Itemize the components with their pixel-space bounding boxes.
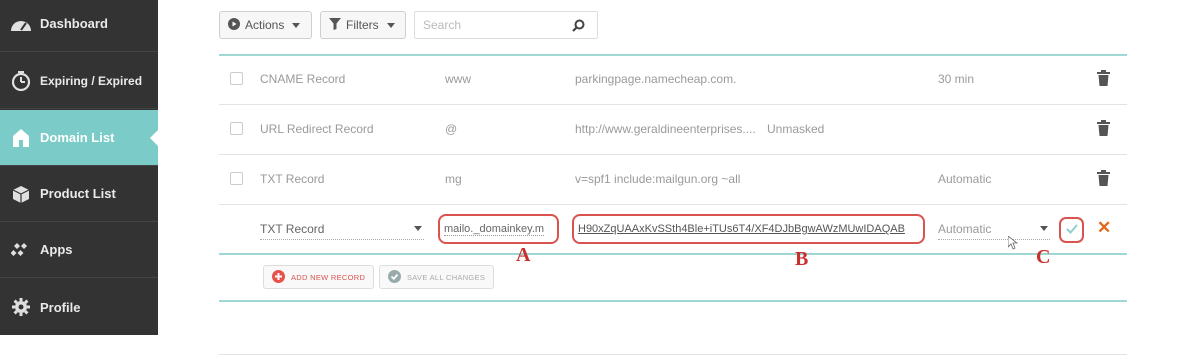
- record-host: mg: [445, 172, 462, 186]
- actions-dropdown[interactable]: Actions: [219, 11, 312, 39]
- chevron-down-icon: [292, 22, 301, 28]
- sidebar-item-label: Dashboard: [40, 16, 108, 31]
- sidebar-item-profile[interactable]: Profile: [0, 279, 158, 335]
- chevron-down-icon: [414, 226, 422, 231]
- actions-bottom-border: [219, 300, 1127, 302]
- host-value: mailo._domainkey.m: [444, 222, 545, 236]
- checkmark-icon: [1065, 223, 1078, 237]
- record-redirect-type: Unmasked: [767, 122, 825, 136]
- sidebar-item-domain-list[interactable]: Domain List: [0, 110, 158, 166]
- record-type: URL Redirect Record: [260, 122, 374, 136]
- save-all-changes-label: SAVE ALL CHANGES: [407, 272, 486, 282]
- save-record-button[interactable]: [1059, 217, 1084, 243]
- trash-icon[interactable]: [1097, 70, 1110, 89]
- record-value: v=spf1 include:mailgun.org ~all: [575, 172, 741, 186]
- sidebar-item-expiring[interactable]: Expiring / Expired: [0, 53, 158, 109]
- search-icon[interactable]: [572, 19, 585, 35]
- value-input[interactable]: H90xZqUAAxKvSSth4Ble+iTUs6T4/XF4DJbBgwAW…: [572, 214, 925, 244]
- mouse-cursor-icon: [1007, 235, 1019, 253]
- callout-a: A: [516, 244, 531, 266]
- edit-record-row: TXT Record mailo._domainkey.m H90xZqUAAx…: [219, 204, 1127, 254]
- sidebar-item-product-list[interactable]: Product List: [0, 166, 158, 222]
- row-checkbox[interactable]: [230, 72, 243, 85]
- sidebar-item-label: Apps: [40, 242, 73, 257]
- play-circle-icon: [228, 17, 240, 33]
- table-row: TXT Record mg v=spf1 include:mailgun.org…: [219, 154, 1127, 204]
- save-all-changes-button[interactable]: SAVE ALL CHANGES: [379, 265, 495, 289]
- record-type: TXT Record: [260, 172, 325, 186]
- host-input[interactable]: mailo._domainkey.m: [438, 214, 559, 244]
- check-circle-icon: [388, 269, 401, 285]
- filters-dropdown[interactable]: Filters: [320, 11, 406, 39]
- house-icon: [10, 127, 32, 149]
- cancel-edit-button[interactable]: ✕: [1097, 218, 1111, 238]
- add-new-record-button[interactable]: ADD NEW RECORD: [263, 265, 375, 289]
- chevron-down-icon: [1040, 226, 1048, 231]
- search-box[interactable]: Search: [414, 11, 598, 39]
- timer-icon: [10, 70, 32, 92]
- record-value: http://www.geraldineenterprises....: [575, 122, 756, 136]
- sidebar-item-label: Expiring / Expired: [40, 73, 143, 88]
- record-host: www: [445, 72, 471, 86]
- ttl-select[interactable]: Automatic: [938, 218, 1050, 240]
- sidebar-item-label: Profile: [40, 299, 81, 315]
- record-type-select[interactable]: TXT Record: [260, 218, 424, 240]
- apps-icon: [10, 239, 32, 261]
- dns-manager-screen: { "sidebar": { "items": [ {"label": "Das…: [0, 0, 1198, 359]
- record-ttl: 30 min: [938, 72, 975, 86]
- chevron-down-icon: [386, 22, 395, 28]
- filters-label: Filters: [346, 18, 379, 32]
- record-host: @: [445, 122, 458, 136]
- sidebar-item-apps[interactable]: Apps: [0, 222, 158, 278]
- value-text: H90xZqUAAxKvSSth4Ble+iTUs6T4/XF4DJbBgwAW…: [578, 223, 905, 235]
- trash-icon[interactable]: [1097, 170, 1110, 189]
- ttl-value: Automatic: [938, 221, 992, 236]
- sidebar: Dashboard Expiring / Expired Domain List…: [0, 0, 158, 335]
- callout-b: B: [795, 248, 809, 270]
- sidebar-item-label: Domain List: [40, 130, 115, 145]
- callout-c: C: [1036, 246, 1051, 268]
- actions-label: Actions: [245, 18, 285, 32]
- filter-icon: [329, 17, 341, 33]
- trash-icon[interactable]: [1097, 120, 1110, 139]
- row-checkbox[interactable]: [230, 172, 243, 185]
- record-type-value: TXT Record: [260, 221, 325, 236]
- search-input[interactable]: Search: [423, 18, 461, 32]
- add-new-record-label: ADD NEW RECORD: [291, 272, 366, 282]
- record-value: parkingpage.namecheap.com.: [575, 72, 737, 86]
- row-checkbox[interactable]: [230, 122, 243, 135]
- gear-icon: [10, 296, 32, 318]
- box-icon: [10, 183, 32, 205]
- dashboard-icon: [10, 13, 32, 35]
- plus-circle-icon: [272, 269, 285, 285]
- sidebar-item-dashboard[interactable]: Dashboard: [0, 0, 158, 52]
- footer-divider: [219, 354, 1127, 355]
- record-ttl: Automatic: [938, 172, 992, 186]
- table-row: CNAME Record www parkingpage.namecheap.c…: [219, 54, 1127, 104]
- record-type: CNAME Record: [260, 72, 346, 86]
- sidebar-item-label: Product List: [40, 186, 116, 201]
- table-row: URL Redirect Record @ http://www.geraldi…: [219, 104, 1127, 154]
- edit-row-border: [219, 253, 1127, 255]
